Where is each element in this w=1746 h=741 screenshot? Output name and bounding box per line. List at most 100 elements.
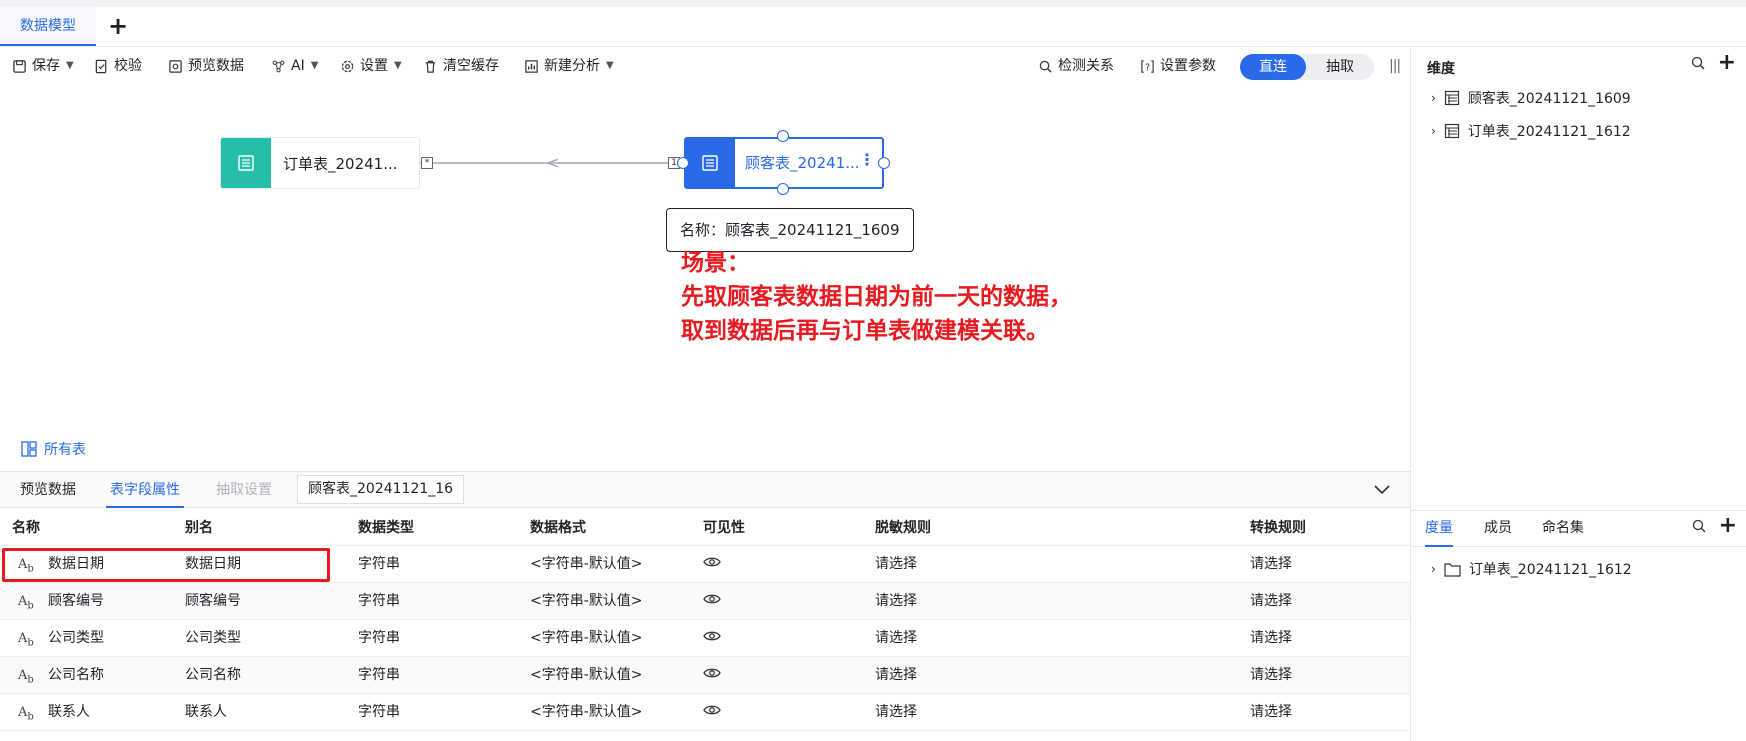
node-handle-top[interactable] bbox=[777, 130, 789, 142]
eye-icon[interactable] bbox=[703, 620, 721, 657]
chevron-right-icon[interactable]: › bbox=[1431, 124, 1436, 138]
field-name: 联系人 bbox=[48, 704, 90, 720]
validate-button[interactable]: 校验 bbox=[94, 54, 142, 78]
chevron-down-icon: ▼ bbox=[310, 60, 319, 71]
field-table: 名称 别名 数据类型 数据格式 可见性 脱敏规则 转换规则 Ab 数据日期 数据… bbox=[0, 510, 1410, 731]
field-alias[interactable]: 公司类型 bbox=[185, 620, 241, 657]
orders-node-label: 订单表_20241... bbox=[283, 155, 398, 173]
tree-item[interactable]: › 订单表_20241121_1612 bbox=[1431, 559, 1632, 579]
table-icon bbox=[221, 138, 271, 188]
table-row[interactable]: Ab 公司类型 公司类型 字符串 <字符串-默认值> 请选择 请选择 bbox=[0, 620, 1410, 657]
tree-item[interactable]: › 订单表_20241121_1612 bbox=[1431, 121, 1631, 141]
tree-item[interactable]: › 顾客表_20241121_1609 bbox=[1431, 88, 1631, 108]
all-tables-button[interactable]: 所有表 bbox=[20, 439, 86, 459]
add-tab-button[interactable]: + bbox=[108, 12, 128, 40]
gear-icon bbox=[341, 60, 354, 72]
tree-item-label: 订单表_20241121_1612 bbox=[1468, 562, 1632, 578]
search-icon[interactable] bbox=[1691, 518, 1707, 534]
orders-table-node[interactable]: 订单表_20241... bbox=[220, 137, 420, 189]
tab-members[interactable]: 成员 bbox=[1484, 511, 1512, 547]
svg-text:?: ? bbox=[1145, 62, 1150, 73]
chevron-right-icon[interactable]: › bbox=[1431, 562, 1436, 576]
preview-icon bbox=[169, 59, 182, 73]
columns-icon[interactable]: ||| bbox=[1389, 58, 1401, 74]
chevron-right-icon[interactable]: › bbox=[1431, 91, 1436, 105]
convert-rule-select[interactable]: 请选择 bbox=[1250, 657, 1292, 694]
table-selector[interactable]: 顾客表_20241121_16 bbox=[297, 475, 464, 504]
mode-extract-option[interactable]: 抽取 bbox=[1306, 54, 1374, 80]
query-mode-toggle[interactable]: 直连 抽取 bbox=[1240, 54, 1374, 80]
tree-item-label: 订单表_20241121_1612 bbox=[1467, 124, 1631, 140]
convert-rule-select[interactable]: 请选择 bbox=[1250, 546, 1292, 583]
dimension-title: 维度 bbox=[1427, 61, 1455, 77]
customers-node-label: 顾客表_20241... bbox=[745, 154, 860, 172]
new-analysis-button[interactable]: 新建分析 ▼ bbox=[524, 54, 614, 78]
field-format[interactable]: <字符串-默认值> bbox=[530, 694, 643, 731]
tab-extract-settings[interactable]: 抽取设置 bbox=[216, 472, 272, 508]
tab-field-properties[interactable]: 表字段属性 bbox=[106, 472, 184, 508]
toolbar: 保存 ▼ 校验 预览数据 AI ▼ 设置 ▼ 清空缓存 新建分析 ▼ 检测关系 ? 设置… bbox=[0, 48, 1410, 84]
field-format[interactable]: <字符串-默认值> bbox=[530, 583, 643, 620]
mode-direct-option[interactable]: 直连 bbox=[1240, 54, 1306, 80]
node-handle-left[interactable] bbox=[677, 157, 689, 169]
field-alias[interactable]: 公司名称 bbox=[185, 657, 241, 694]
field-alias[interactable]: 联系人 bbox=[185, 694, 227, 731]
convert-rule-select[interactable]: 请选择 bbox=[1250, 620, 1292, 657]
settings-button[interactable]: 设置 ▼ bbox=[340, 54, 402, 78]
field-type[interactable]: 字符串 bbox=[358, 694, 400, 731]
settings-label: 设置 bbox=[360, 58, 388, 74]
field-type[interactable]: 字符串 bbox=[358, 657, 400, 694]
mask-rule-select[interactable]: 请选择 bbox=[875, 620, 917, 657]
field-type[interactable]: 字符串 bbox=[358, 546, 400, 583]
tab-measure[interactable]: 度量 bbox=[1425, 511, 1453, 547]
field-format[interactable]: <字符串-默认值> bbox=[530, 657, 643, 694]
text-type-icon: Ab bbox=[18, 705, 34, 723]
mask-rule-select[interactable]: 请选择 bbox=[875, 546, 917, 583]
convert-rule-select[interactable]: 请选择 bbox=[1250, 583, 1292, 620]
chevron-down-icon[interactable] bbox=[1372, 479, 1392, 499]
chevron-down-icon: ▼ bbox=[66, 60, 74, 71]
field-type[interactable]: 字符串 bbox=[358, 583, 400, 620]
set-params-button[interactable]: ? 设置参数 bbox=[1140, 54, 1216, 78]
tab-named-sets[interactable]: 命名集 bbox=[1542, 511, 1584, 547]
tree-item-label: 顾客表_20241121_1609 bbox=[1467, 91, 1631, 107]
field-alias[interactable]: 顾客编号 bbox=[185, 583, 241, 620]
mask-rule-select[interactable]: 请选择 bbox=[875, 583, 917, 620]
mask-rule-select[interactable]: 请选择 bbox=[875, 657, 917, 694]
field-format[interactable]: <字符串-默认值> bbox=[530, 546, 643, 583]
eye-icon[interactable] bbox=[703, 583, 721, 620]
tab-data-model[interactable]: 数据模型 bbox=[0, 7, 96, 46]
node-handle-bottom[interactable] bbox=[777, 183, 789, 195]
ai-button[interactable]: AI ▼ bbox=[271, 54, 318, 78]
convert-rule-select[interactable]: 请选择 bbox=[1250, 694, 1292, 731]
preview-data-button[interactable]: 预览数据 bbox=[168, 54, 244, 78]
eye-icon[interactable] bbox=[703, 546, 721, 583]
eye-icon[interactable] bbox=[703, 657, 721, 694]
annotation-line-3: 取到数据后再与订单表做建模关联。 bbox=[681, 318, 1049, 344]
table-row[interactable]: Ab 顾客编号 顾客编号 字符串 <字符串-默认值> 请选择 请选择 bbox=[0, 583, 1410, 620]
table-row[interactable]: Ab 公司名称 公司名称 字符串 <字符串-默认值> 请选择 请选择 bbox=[0, 657, 1410, 694]
add-icon[interactable]: + bbox=[1718, 52, 1736, 74]
ai-icon bbox=[272, 60, 285, 72]
search-icon[interactable] bbox=[1690, 55, 1706, 71]
clear-cache-button[interactable]: 清空缓存 bbox=[423, 54, 499, 78]
table-icon bbox=[1444, 90, 1459, 106]
save-button[interactable]: 保存 ▼ bbox=[12, 54, 74, 78]
column-header: 名称 bbox=[12, 520, 40, 536]
field-type[interactable]: 字符串 bbox=[358, 620, 400, 657]
dimension-actions: + bbox=[1690, 52, 1736, 74]
table-header: 名称 别名 数据类型 数据格式 可见性 脱敏规则 转换规则 bbox=[0, 510, 1410, 546]
more-options-icon[interactable]: ⋮ bbox=[859, 150, 875, 169]
field-name: 顾客编号 bbox=[48, 593, 104, 609]
tab-preview-data[interactable]: 预览数据 bbox=[20, 472, 76, 508]
table-row[interactable]: Ab 联系人 联系人 字符串 <字符串-默认值> 请选择 请选择 bbox=[0, 694, 1410, 731]
field-format[interactable]: <字符串-默认值> bbox=[530, 620, 643, 657]
eye-icon[interactable] bbox=[703, 694, 721, 731]
save-icon bbox=[13, 59, 26, 73]
detect-relation-button[interactable]: 检测关系 bbox=[1038, 54, 1114, 78]
node-handle-right[interactable] bbox=[878, 157, 890, 169]
customers-table-node[interactable]: 顾客表_20241... ⋮ bbox=[684, 137, 884, 189]
column-header: 可见性 bbox=[703, 520, 745, 536]
mask-rule-select[interactable]: 请选择 bbox=[875, 694, 917, 731]
add-icon[interactable]: + bbox=[1719, 515, 1737, 537]
